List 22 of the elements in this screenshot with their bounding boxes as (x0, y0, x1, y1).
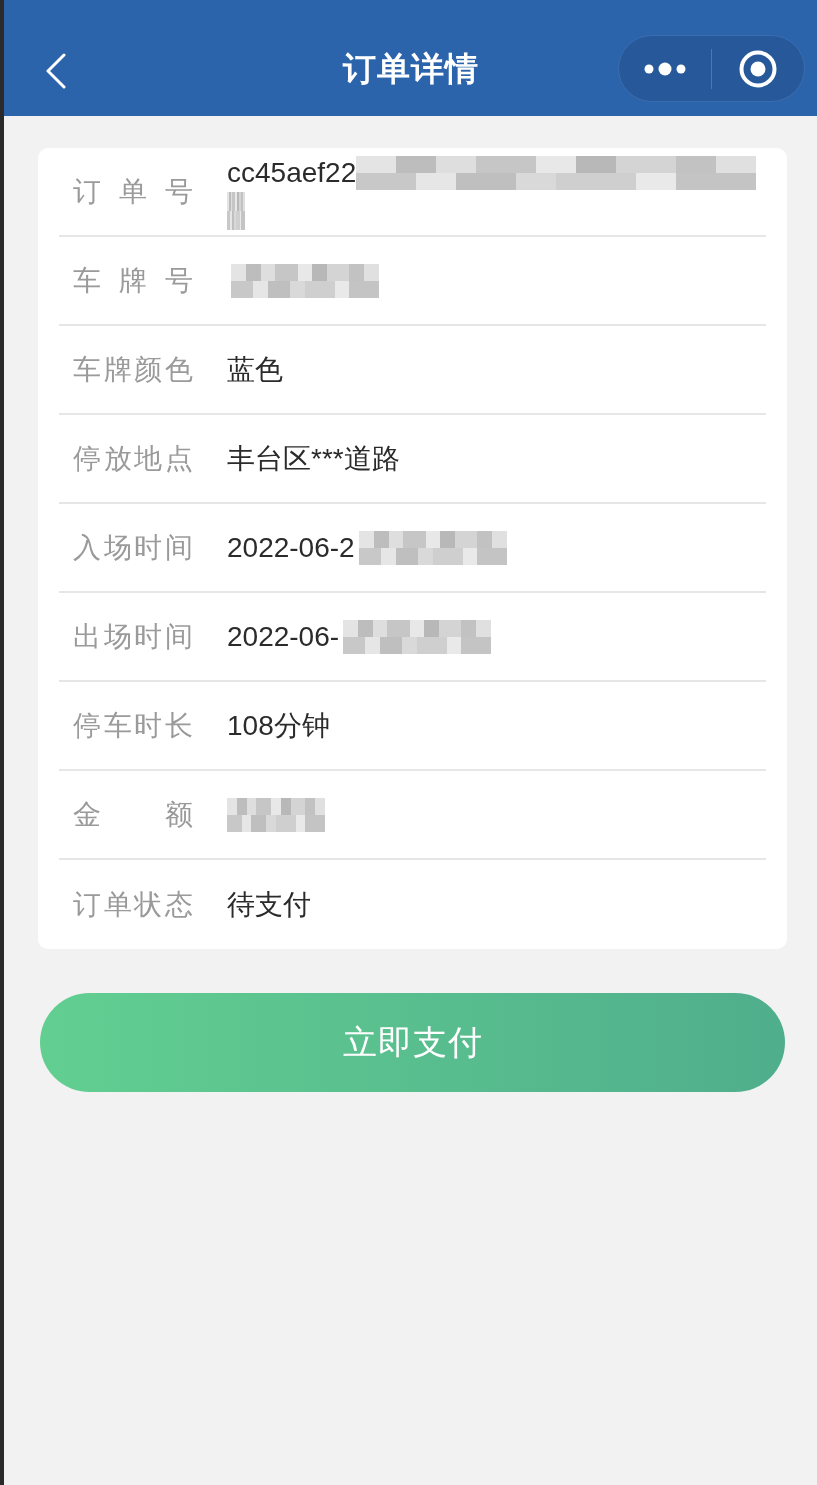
chevron-left-icon (45, 53, 67, 89)
field-label: 入场时间 (73, 530, 193, 565)
field-label: 订单状态 (73, 887, 193, 922)
field-label: 金额 (73, 797, 193, 832)
field-value: 丰台区***道路 (227, 441, 400, 476)
field-value: 2022-06-2 (227, 530, 355, 565)
more-icon (644, 61, 686, 76)
pixelated-redaction (227, 191, 245, 230)
field-label: 停放地点 (73, 441, 193, 476)
field-value: 108分钟 (227, 708, 330, 743)
field-value: 2022-06- (227, 619, 340, 654)
field-label: 车牌颜色 (73, 352, 193, 387)
target-icon (739, 49, 777, 88)
field-label: 订单号 (73, 174, 193, 209)
pay-button[interactable]: 立即支付 (40, 993, 785, 1092)
page-title: 订单详情 (342, 48, 479, 89)
field-label: 停车时长 (73, 708, 193, 743)
field-value: 待支付 (227, 887, 311, 922)
field-value: 蓝色 (227, 352, 283, 387)
field-label: 出场时间 (73, 619, 193, 654)
field-value: cc45aef22 (227, 155, 357, 190)
field-label: 车牌号 (73, 263, 193, 298)
